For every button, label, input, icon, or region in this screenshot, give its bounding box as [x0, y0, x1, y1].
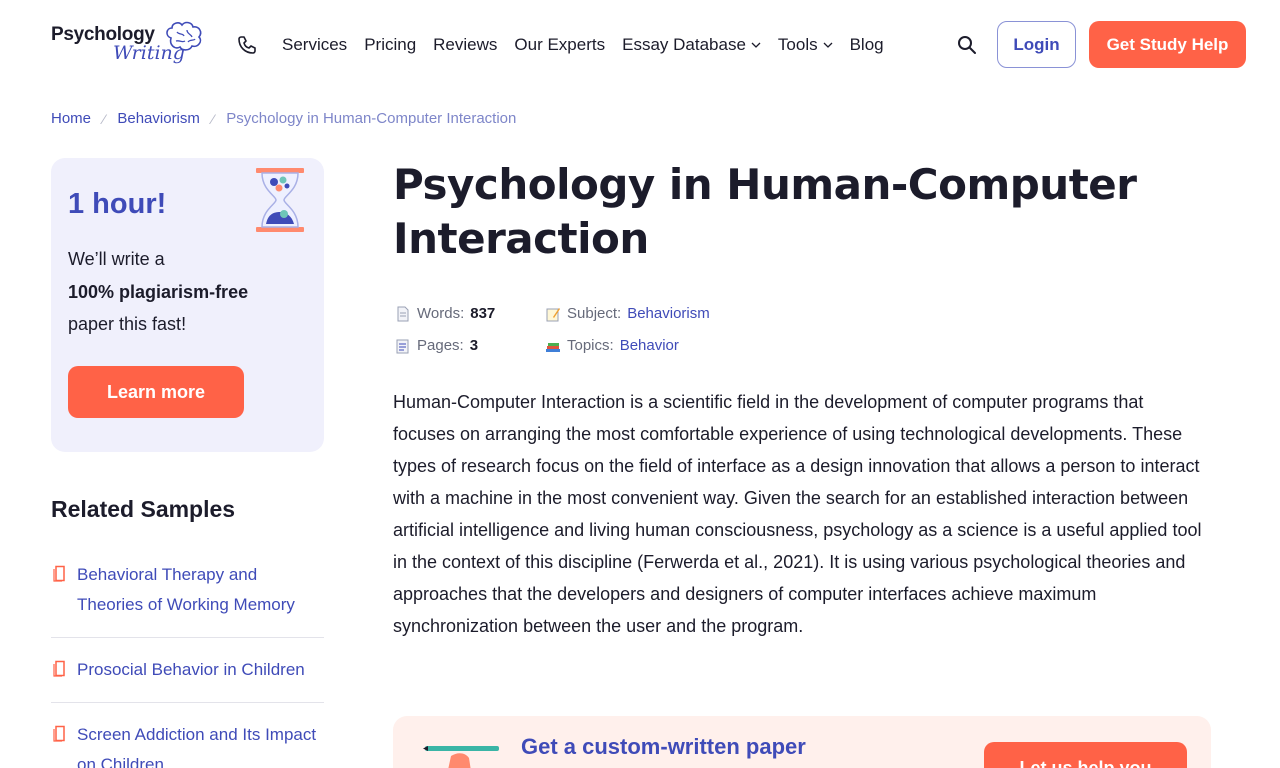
document-icon	[397, 306, 409, 321]
breadcrumb-current: Psychology in Human-Computer Interaction	[226, 110, 517, 127]
nav-tools[interactable]: Tools	[778, 35, 833, 55]
brain-icon	[166, 21, 202, 51]
promo-card: 1 hour! We’ll write a 100% plagiarism-fr…	[51, 158, 324, 452]
nav-blog[interactable]: Blog	[850, 35, 884, 55]
chevron-down-icon	[823, 42, 833, 48]
related-sample-link[interactable]: Prosocial Behavior in Children	[77, 655, 327, 685]
related-sample-item[interactable]: Behavioral Therapy and Theories of Worki…	[51, 560, 324, 624]
nav-essay-database[interactable]: Essay Database	[622, 35, 761, 55]
site-header: Psychology Writing Services Pricing Revi…	[0, 0, 1280, 90]
article-body: Human-Computer Interaction is a scientif…	[393, 392, 1202, 636]
login-button[interactable]: Login	[997, 21, 1076, 68]
pages-icon	[396, 339, 409, 353]
meta-pages: Pages: 3	[395, 337, 478, 354]
nav-our-experts[interactable]: Our Experts	[514, 35, 605, 55]
custom-paper-banner: Get a custom-written paper Let us help y…	[393, 716, 1211, 768]
topics-link[interactable]: Behavior	[620, 337, 679, 354]
promo-text-line: paper this fast!	[68, 314, 187, 334]
related-sample-link[interactable]: Screen Addiction and Its Impact on Child…	[77, 720, 324, 768]
related-samples-title: Related Samples	[51, 496, 236, 522]
subject-link[interactable]: Behaviorism	[627, 305, 710, 322]
breadcrumb-home[interactable]: Home	[51, 110, 91, 127]
memo-icon	[546, 307, 560, 321]
site-logo[interactable]: Psychology Writing	[51, 18, 211, 70]
hourglass-icon	[256, 168, 304, 232]
breadcrumb: Home ⁄ Behaviorism ⁄ Psychology in Human…	[51, 110, 516, 127]
promo-text-bold: 100% plagiarism-free	[68, 282, 249, 302]
meta-topics: Topics: Behavior	[545, 337, 679, 354]
breadcrumb-category[interactable]: Behaviorism	[117, 110, 200, 127]
promo-text-line: We’ll write a	[68, 249, 165, 269]
pen-hand-icon	[423, 746, 499, 768]
learn-more-button[interactable]: Learn more	[68, 366, 244, 418]
related-sample-item[interactable]: Screen Addiction and Its Impact on Child…	[51, 720, 324, 768]
article-title: Psychology in Human-Computer Interaction	[393, 160, 1137, 263]
breadcrumb-separator: ⁄	[211, 110, 215, 127]
let-us-help-button[interactable]: Let us help you	[984, 742, 1187, 768]
phone-icon[interactable]	[237, 35, 257, 55]
books-icon	[546, 342, 560, 352]
nav-services[interactable]: Services	[282, 35, 347, 55]
related-sample-item[interactable]: Prosocial Behavior in Children	[51, 655, 324, 687]
related-sample-link[interactable]: Behavioral Therapy and Theories of Worki…	[77, 560, 327, 620]
document-icon	[53, 725, 65, 742]
divider	[51, 702, 324, 703]
meta-subject: Subject: Behaviorism	[545, 305, 710, 322]
chevron-down-icon	[751, 42, 761, 48]
promo-title: 1 hour!	[68, 188, 167, 220]
get-study-help-button[interactable]: Get Study Help	[1089, 21, 1246, 68]
divider	[51, 637, 324, 638]
nav-pricing[interactable]: Pricing	[364, 35, 416, 55]
meta-words: Words: 837	[395, 305, 495, 322]
breadcrumb-separator: ⁄	[103, 110, 106, 127]
document-icon	[53, 565, 65, 582]
document-icon	[53, 660, 65, 677]
cta-title: Get a custom-written paper	[521, 734, 806, 759]
search-icon[interactable]	[957, 35, 977, 55]
main-nav: Services Pricing Reviews Our Experts Ess…	[282, 34, 901, 56]
nav-reviews[interactable]: Reviews	[433, 35, 497, 55]
